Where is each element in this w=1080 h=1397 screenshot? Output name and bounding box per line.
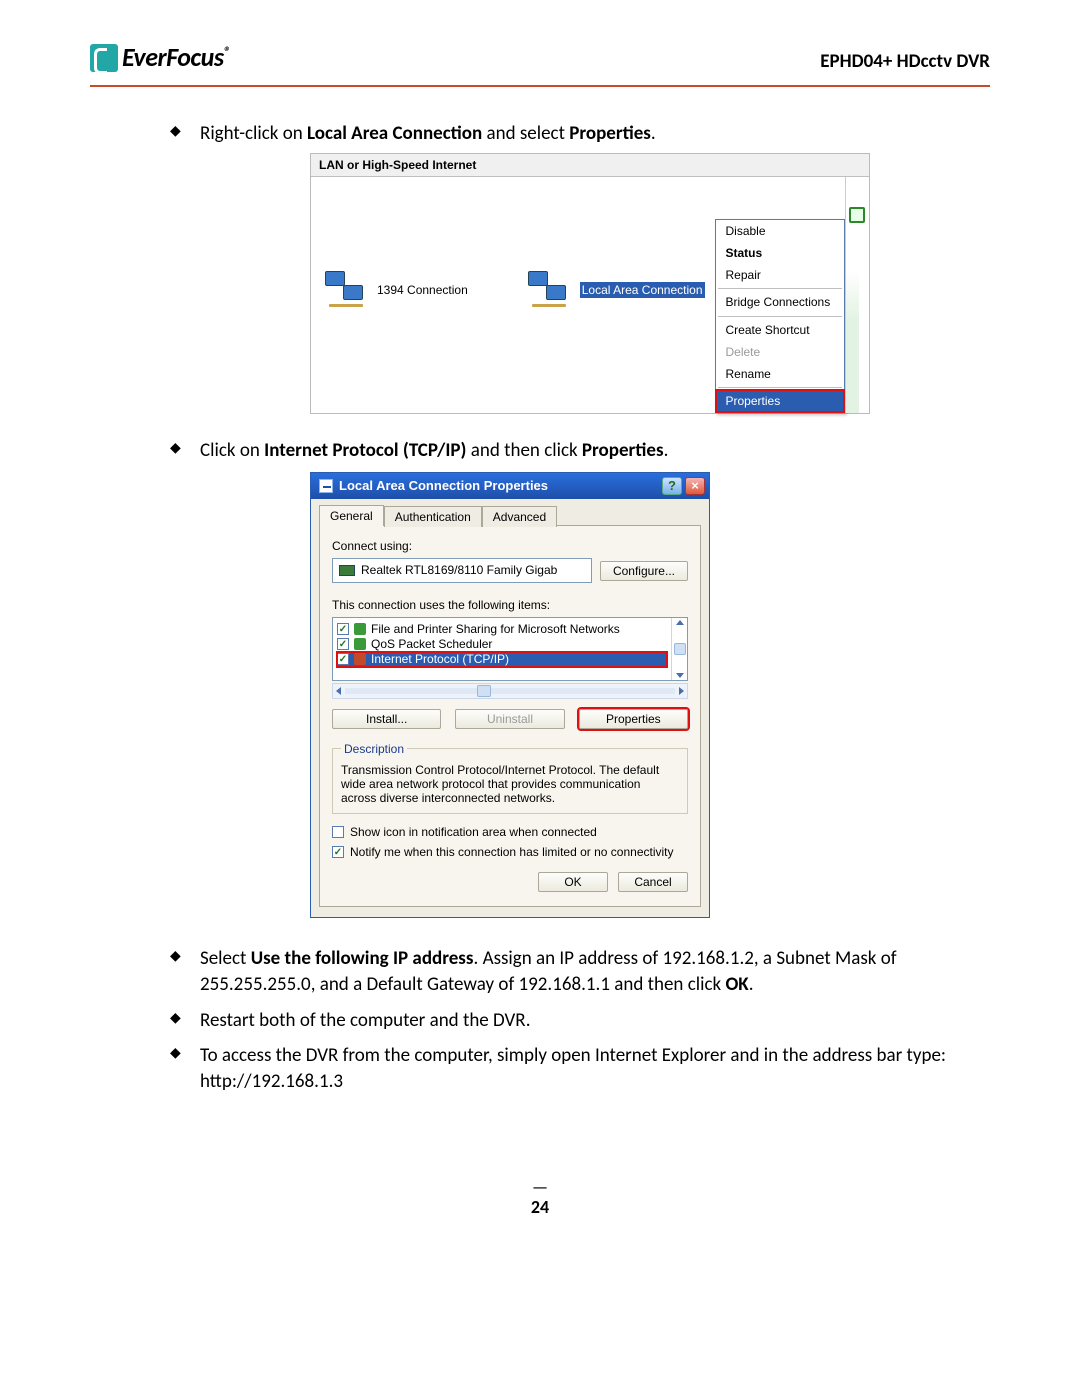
text: Select (200, 947, 251, 970)
window-edge-icon (845, 177, 859, 414)
uninstall-button: Uninstall (455, 709, 564, 729)
menu-properties[interactable]: Properties (716, 390, 844, 412)
connection-lan[interactable]: Local Area Connection (528, 197, 705, 384)
menu-separator (718, 288, 842, 289)
menu-disable[interactable]: Disable (716, 220, 844, 242)
step-2: Click on Internet Protocol (TCP/IP) and … (170, 438, 980, 918)
tab-authentication[interactable]: Authentication (384, 506, 482, 527)
protocol-icon (354, 653, 366, 665)
horizontal-scrollbar[interactable] (332, 683, 688, 699)
adapter-name: Realtek RTL8169/8110 Family Gigab (361, 562, 557, 578)
text: . (651, 122, 656, 145)
model-name: EPHD04+ HDcctv DVR (820, 49, 990, 75)
network-icon (528, 271, 572, 309)
page-number: — 24 (90, 1175, 990, 1220)
page-number-value: 24 (531, 1196, 549, 1218)
scroll-down-icon[interactable] (676, 673, 684, 678)
items-label: This connection uses the following items… (332, 597, 688, 613)
dialog-title: Local Area Connection Properties (339, 477, 548, 495)
show-icon-checkbox-row[interactable]: Show icon in notification area when conn… (332, 824, 688, 840)
properties-button[interactable]: Properties (579, 709, 688, 729)
service-icon (354, 638, 366, 650)
dialog-titlebar: Local Area Connection Properties ? × (311, 473, 709, 499)
text: Right-click on (200, 122, 307, 145)
description-legend: Description (341, 741, 407, 757)
menu-rename[interactable]: Rename (716, 363, 844, 385)
bold-text: Internet Protocol (TCP/IP) (264, 439, 466, 462)
scroll-thumb[interactable] (477, 685, 491, 697)
step-5: To access the DVR from the computer, sim… (170, 1043, 980, 1094)
brand-name: EverFocus® (122, 40, 230, 75)
checkbox-icon[interactable]: ✓ (332, 846, 344, 858)
scroll-left-icon[interactable] (336, 687, 341, 695)
group-heading: LAN or High-Speed Internet (311, 154, 869, 177)
bold-text: Local Area Connection (307, 122, 482, 145)
network-icon (325, 271, 369, 309)
list-item-tcpip[interactable]: ✓ Internet Protocol (TCP/IP) (337, 652, 667, 667)
document-header: EverFocus® EPHD04+ HDcctv DVR (90, 40, 990, 87)
window-icon (319, 479, 333, 493)
notify-checkbox-row[interactable]: ✓ Notify me when this connection has lim… (332, 844, 688, 860)
screenshot-network-connections: LAN or High-Speed Internet 1394 Connecti… (310, 153, 870, 415)
brand-logo: EverFocus® (90, 40, 230, 75)
context-menu: Disable Status Repair Bridge Connections… (715, 219, 845, 414)
item-label: QoS Packet Scheduler (371, 637, 492, 652)
text: and then click (466, 439, 581, 462)
scroll-right-icon[interactable] (679, 687, 684, 695)
brand-mark-icon (90, 44, 118, 72)
vertical-scrollbar[interactable] (671, 618, 687, 680)
bold-text: Use the following IP address (251, 947, 474, 970)
bold-text: OK (725, 973, 748, 996)
menu-separator (718, 316, 842, 317)
configure-button[interactable]: Configure... (600, 561, 688, 581)
description-text: Transmission Control Protocol/Internet P… (341, 763, 679, 805)
checkbox-icon[interactable]: ✓ (337, 653, 349, 665)
scroll-thumb[interactable] (674, 643, 686, 655)
service-icon (354, 623, 366, 635)
bold-text: Properties (582, 439, 664, 462)
connection-1394[interactable]: 1394 Connection (325, 197, 468, 384)
cancel-button[interactable]: Cancel (618, 872, 688, 892)
connection-label: 1394 Connection (377, 282, 468, 298)
bold-text: Properties (569, 122, 651, 145)
help-button[interactable]: ? (662, 477, 682, 495)
connect-using-label: Connect using: (332, 538, 688, 554)
close-button[interactable]: × (685, 477, 705, 495)
install-button[interactable]: Install... (332, 709, 441, 729)
connection-label-selected: Local Area Connection (580, 282, 705, 298)
list-item[interactable]: ✓ File and Printer Sharing for Microsoft… (337, 622, 667, 637)
menu-bridge[interactable]: Bridge Connections (716, 291, 844, 313)
step-1: Right-click on Local Area Connection and… (170, 121, 980, 414)
menu-shortcut[interactable]: Create Shortcut (716, 319, 844, 341)
scroll-up-icon[interactable] (676, 620, 684, 625)
text: . (749, 973, 754, 996)
tab-advanced[interactable]: Advanced (482, 506, 557, 527)
text: and select (482, 122, 569, 145)
items-listbox[interactable]: ✓ File and Printer Sharing for Microsoft… (332, 617, 688, 681)
item-label: Internet Protocol (TCP/IP) (371, 652, 509, 667)
menu-repair[interactable]: Repair (716, 264, 844, 286)
checkbox-label: Notify me when this connection has limit… (350, 844, 674, 860)
nic-icon (339, 565, 355, 576)
checkbox-label: Show icon in notification area when conn… (350, 824, 597, 840)
tab-strip: General Authentication Advanced (319, 505, 701, 526)
adapter-field: Realtek RTL8169/8110 Family Gigab (332, 558, 592, 582)
checkbox-icon[interactable]: ✓ (337, 638, 349, 650)
tab-panel-general: Connect using: Realtek RTL8169/8110 Fami… (319, 525, 701, 907)
step-3: Select Use the following IP address. Ass… (170, 946, 980, 997)
list-item[interactable]: ✓ QoS Packet Scheduler (337, 637, 667, 652)
screenshot-lan-properties-dialog: Local Area Connection Properties ? × Gen… (310, 472, 710, 918)
menu-separator (718, 387, 842, 388)
checkbox-icon[interactable] (332, 826, 344, 838)
checkbox-icon[interactable]: ✓ (337, 623, 349, 635)
text: Click on (200, 439, 264, 462)
text: . (664, 439, 669, 462)
tab-general[interactable]: General (319, 505, 384, 526)
step-4: Restart both of the computer and the DVR… (170, 1008, 980, 1034)
ok-button[interactable]: OK (538, 872, 608, 892)
description-group: Description Transmission Control Protoco… (332, 741, 688, 814)
menu-delete: Delete (716, 341, 844, 363)
item-label: File and Printer Sharing for Microsoft N… (371, 622, 620, 637)
menu-status[interactable]: Status (716, 242, 844, 264)
